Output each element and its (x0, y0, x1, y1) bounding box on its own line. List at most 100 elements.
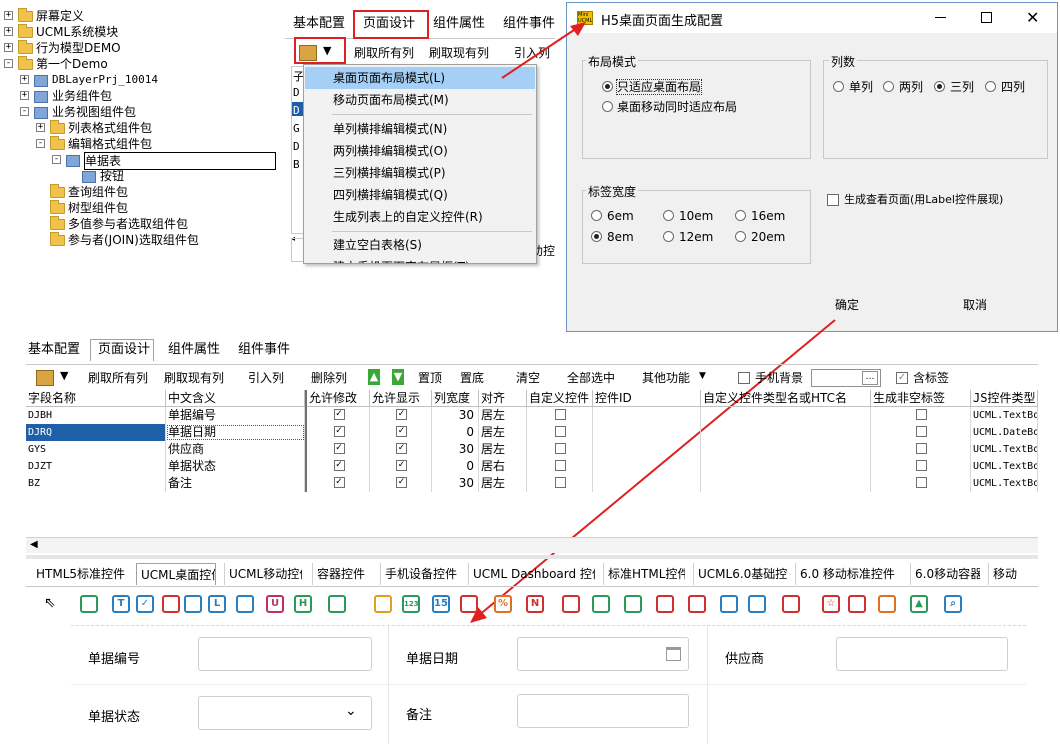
arrow-down-icon[interactable]: ▼ (392, 369, 404, 385)
grid-cell[interactable]: 30 (432, 407, 479, 424)
grid-cell[interactable]: UCML.DateBo (971, 424, 1038, 441)
list-alt-icon[interactable] (688, 595, 706, 613)
h-scrollbar[interactable]: ◀ (26, 537, 1038, 553)
chevron-down-icon[interactable]: ▼ (60, 369, 68, 382)
up-circle-icon[interactable]: ▲ (910, 595, 928, 613)
grid-cell[interactable]: 居左 (479, 407, 527, 424)
grid-checkbox-cell[interactable]: ✓ (370, 424, 432, 441)
table-row[interactable]: DJZT 单据状态 ✓ ✓ 0 居右 UCML.TextBo (26, 458, 1038, 475)
checkbox-unchecked[interactable] (555, 460, 566, 471)
checklist-icon[interactable] (748, 595, 766, 613)
checkbox-unchecked[interactable] (916, 426, 927, 437)
doc-number-input[interactable] (198, 637, 372, 671)
checkbox-checked[interactable]: ✓ (396, 477, 407, 488)
refresh-all-button[interactable]: 刷取所有列 (88, 369, 148, 387)
star-icon[interactable]: ☆ (822, 595, 840, 613)
grid-cell[interactable]: BZ (26, 475, 166, 492)
grid-cell[interactable]: 0 (432, 424, 479, 441)
checkbox-checked[interactable]: ✓ (333, 443, 345, 454)
control-tab[interactable]: UCML桌面控件 (136, 563, 216, 585)
table-row[interactable]: DJBH 单据编号 ✓ ✓ 30 居左 UCML.TextBo (26, 407, 1038, 424)
checkbox-unchecked[interactable] (555, 409, 566, 420)
search-icon[interactable]: ⌕ (944, 595, 962, 613)
grid-checkbox-cell[interactable] (871, 458, 971, 475)
grid-cell[interactable] (701, 475, 871, 492)
grid-cell[interactable]: 0 (432, 458, 479, 475)
grid-checkbox-cell[interactable]: ✓ (307, 441, 370, 458)
table-row[interactable]: DJRQ 单据日期 ✓ ✓ 0 居左 UCML.DateBo (26, 424, 1038, 441)
grid-cell[interactable] (593, 441, 701, 458)
grid-cell[interactable]: 备注 (166, 475, 305, 492)
text-icon[interactable]: T (112, 595, 130, 613)
grid-checkbox-cell[interactable] (871, 407, 971, 424)
number-icon[interactable]: 123 (402, 595, 420, 613)
panel-icon[interactable] (592, 595, 610, 613)
photo-add-icon[interactable] (848, 595, 866, 613)
grid-cell[interactable] (701, 407, 871, 424)
move-top-button[interactable]: 置顶 (418, 369, 442, 387)
scroll-left-icon[interactable]: ◀ (30, 539, 38, 550)
grid-checkbox-cell[interactable] (527, 441, 593, 458)
pointer-icon[interactable]: ⇖ (44, 595, 56, 611)
tab-basic[interactable]: 基本配置 (28, 340, 80, 360)
grid-cell[interactable]: 供应商 (166, 441, 305, 458)
grid-header-cell[interactable]: 字段名称 (26, 390, 166, 407)
grid-cell[interactable]: 单据编号 (166, 407, 305, 424)
grid-cell[interactable] (593, 458, 701, 475)
checkbox-unchecked[interactable] (916, 477, 927, 488)
grid-checkbox-cell[interactable] (527, 458, 593, 475)
form-icon[interactable] (720, 595, 738, 613)
grid-cell[interactable]: UCML.TextBo (971, 407, 1038, 424)
grid-header-cell[interactable]: 自定义控件 (527, 390, 593, 407)
tab-component-events[interactable]: 组件事件 (238, 340, 290, 360)
grid-cell[interactable] (593, 407, 701, 424)
circle-icon[interactable] (460, 595, 478, 613)
checkbox-checked[interactable]: ✓ (396, 443, 407, 454)
grid-checkbox-cell[interactable]: ✓ (370, 407, 432, 424)
date-icon[interactable]: 15 (432, 595, 450, 613)
refresh-existing-button[interactable]: 刷取现有列 (164, 369, 224, 387)
grid-checkbox-cell[interactable]: ✓ (370, 458, 432, 475)
underline-icon[interactable]: U (266, 595, 284, 613)
grid-header-cell[interactable]: 生成非空标签 (871, 390, 971, 407)
checkbox-unchecked[interactable] (555, 477, 566, 488)
grid-cell[interactable]: UCML.TextBo (971, 475, 1038, 492)
grid-checkbox-cell[interactable]: ✓ (307, 458, 370, 475)
table-row[interactable]: GYS 供应商 ✓ ✓ 30 居左 UCML.TextBo (26, 441, 1038, 458)
select-all-button[interactable]: 全部选中 (567, 369, 615, 387)
import-cols-button[interactable]: 引入列 (248, 369, 284, 387)
control-tab[interactable]: HTML5标准控件 (36, 563, 132, 585)
mobile-bg-checkbox[interactable] (738, 372, 750, 384)
doc-date-input[interactable] (517, 637, 689, 671)
control-tab[interactable]: 容器控件 (312, 563, 372, 585)
toggle-icon[interactable] (624, 595, 642, 613)
table-row[interactable]: BZ 备注 ✓ ✓ 30 居左 UCML.TextBo (26, 475, 1038, 492)
grid-cell[interactable]: 居左 (479, 424, 527, 441)
link-icon[interactable] (236, 595, 254, 613)
grid-cell[interactable] (593, 475, 701, 492)
user-icon[interactable] (184, 595, 202, 613)
checkbox-checked[interactable]: ✓ (396, 426, 407, 437)
doc-status-select[interactable]: ⌄ (198, 696, 372, 730)
control-tab[interactable]: 6.0移动容器 (910, 563, 980, 585)
checkbox-unchecked[interactable] (555, 443, 566, 454)
heading-icon[interactable]: H (294, 595, 312, 613)
calendar-icon[interactable] (666, 647, 681, 661)
grid-cell[interactable]: 居左 (479, 441, 527, 458)
checkbox-icon[interactable]: ✓ (136, 595, 154, 613)
splitter[interactable] (26, 555, 1038, 559)
calendar-icon[interactable] (328, 595, 346, 613)
grid-cell[interactable]: 30 (432, 475, 479, 492)
grid-checkbox-cell[interactable]: ✓ (370, 475, 432, 492)
layout-tool-icon[interactable] (36, 370, 54, 386)
grid-cell[interactable]: UCML.TextBo (971, 458, 1038, 475)
grid-checkbox-cell[interactable] (871, 424, 971, 441)
grid-header-cell[interactable]: 列宽度 (432, 390, 479, 407)
grid-cell[interactable]: DJZT (26, 458, 166, 475)
move-bottom-button[interactable]: 置底 (460, 369, 484, 387)
grid-checkbox-cell[interactable]: ✓ (307, 475, 370, 492)
ellipsis-icon[interactable]: … (862, 371, 878, 385)
grid-checkbox-cell[interactable]: ✓ (307, 407, 370, 424)
tab-component-props[interactable]: 组件属性 (168, 340, 220, 360)
arrow-up-icon[interactable]: ▲ (368, 369, 380, 385)
